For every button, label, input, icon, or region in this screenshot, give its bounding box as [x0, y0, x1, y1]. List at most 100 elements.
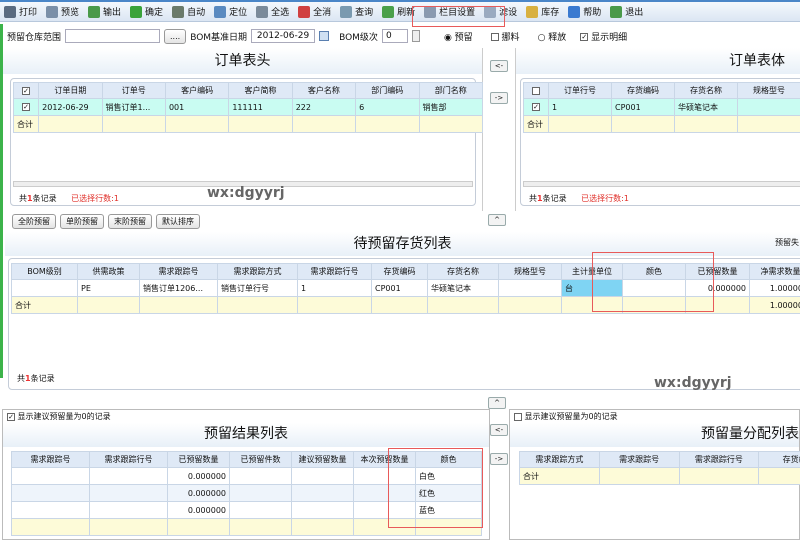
toolbar-select-all-button[interactable]: 全选 — [256, 5, 289, 18]
cell[interactable]: 111111 — [228, 98, 293, 116]
cell[interactable]: 001 — [164, 98, 230, 116]
col-header[interactable]: 需求跟踪方式 — [519, 451, 600, 468]
cell[interactable]: 华硕笔记本 — [427, 279, 499, 297]
cell[interactable] — [89, 501, 168, 519]
cell[interactable]: 2012-06-29 — [38, 98, 103, 116]
default-sort-button[interactable]: 默认排序 — [156, 214, 200, 229]
col-header[interactable]: BOM级别 — [11, 263, 78, 280]
col-header[interactable]: 客户简称 — [228, 82, 293, 99]
show-zero-checkbox[interactable]: 显示建议预留量为0的记录 — [510, 410, 799, 423]
cell[interactable] — [11, 467, 90, 485]
col-header[interactable]: 存货名称 — [674, 82, 738, 99]
move-right-button[interactable]: -> — [490, 92, 508, 104]
row-checkbox[interactable]: ✓ — [523, 98, 549, 116]
table-row[interactable]: ✓ 2012-06-29 销售订单1... 001 111111 222 6 销售部 — [12, 98, 483, 116]
cell[interactable] — [291, 501, 354, 519]
col-header[interactable]: 已预留件数 — [229, 451, 292, 468]
col-header[interactable]: 订单号 — [101, 82, 166, 99]
cell[interactable] — [498, 279, 562, 297]
toolbar-refresh-button[interactable]: 刷新 — [382, 5, 415, 18]
single-level-reserve-button[interactable]: 单阶预留 — [60, 214, 104, 229]
col-header[interactable]: 需求跟踪号 — [139, 263, 218, 280]
toolbar-locate-button[interactable]: 定位 — [214, 5, 247, 18]
toolbar-preview-button[interactable]: 预览 — [46, 5, 79, 18]
bom-date-input[interactable]: 2012-06-29 — [251, 29, 316, 43]
col-header[interactable]: 需求跟踪行号 — [297, 263, 372, 280]
browse-button[interactable]: .... — [164, 28, 187, 44]
col-header[interactable]: 规格型号 — [498, 263, 562, 280]
cell[interactable]: 1 — [297, 279, 372, 297]
col-header[interactable]: 订单行号 — [548, 82, 612, 99]
cell[interactable] — [11, 501, 90, 519]
col-header[interactable]: 已预留数量 — [167, 451, 230, 468]
col-header[interactable]: 部门编码 — [355, 82, 420, 99]
table-row[interactable]: ✓ 1 CP001 华硕笔记本 — [523, 98, 800, 116]
col-header[interactable]: 净需求数量 — [749, 263, 800, 280]
col-header[interactable]: 存货编码 — [758, 451, 800, 468]
move-left-button[interactable]: <- — [490, 60, 508, 72]
toolbar-exit-button[interactable]: 退出 — [610, 5, 643, 18]
cell[interactable] — [737, 98, 800, 116]
cell[interactable]: 销售订单1206... — [139, 279, 218, 297]
col-header[interactable]: 部门名称 — [418, 82, 483, 99]
check-move[interactable]: 挪料 — [490, 30, 520, 43]
col-header[interactable]: 需求跟踪方式 — [217, 263, 298, 280]
cell[interactable]: 华硕笔记本 — [674, 98, 738, 116]
col-header[interactable]: 需求跟踪行号 — [678, 451, 760, 468]
cell[interactable]: 1 — [548, 98, 612, 116]
collapse-up-button[interactable]: ^ — [488, 214, 506, 226]
cell[interactable]: 销售部 — [418, 98, 483, 116]
col-header[interactable]: 需求跟踪行号 — [89, 451, 168, 468]
cell[interactable] — [89, 467, 168, 485]
select-all-checkbox[interactable]: ✓ — [12, 82, 40, 99]
toolbar-inventory-button[interactable]: 库存 — [526, 5, 559, 18]
calendar-icon[interactable] — [319, 31, 330, 41]
cell[interactable] — [291, 484, 354, 502]
col-header[interactable]: 存货名称 — [427, 263, 499, 280]
horizontal-scrollbar[interactable] — [523, 181, 800, 187]
last-level-reserve-button[interactable]: 末阶预留 — [108, 214, 152, 229]
toolbar-auto-button[interactable]: 自动 — [172, 5, 205, 18]
col-header[interactable]: 订单日期 — [38, 82, 103, 99]
col-header[interactable]: 建议预留数量 — [291, 451, 354, 468]
bom-level-input[interactable]: 0 — [381, 29, 408, 43]
cell[interactable]: 6 — [355, 98, 420, 116]
cell[interactable]: PE — [77, 279, 140, 297]
radio-release[interactable]: ○ 释放 — [538, 30, 567, 43]
col-header[interactable]: 存货编码 — [611, 82, 675, 99]
cell[interactable]: CP001 — [371, 279, 428, 297]
toolbar-deselect-all-button[interactable]: 全消 — [298, 5, 331, 18]
cell[interactable] — [291, 467, 354, 485]
col-header[interactable]: 规格型号 — [737, 82, 800, 99]
col-header[interactable]: 客户名称 — [291, 82, 357, 99]
cell[interactable]: 222 — [291, 98, 357, 116]
cell[interactable]: 1.000000 — [749, 279, 800, 297]
cell[interactable]: 销售订单行号 — [217, 279, 298, 297]
spinner-icon[interactable] — [411, 30, 420, 42]
full-level-reserve-button[interactable]: 全阶预留 — [12, 214, 56, 229]
cell[interactable]: CP001 — [611, 98, 675, 116]
toolbar-printer-button[interactable]: 打印 — [4, 5, 37, 18]
cell[interactable] — [229, 484, 292, 502]
cell[interactable] — [229, 467, 292, 485]
radio-reserve[interactable]: ◉ 预留 — [444, 30, 473, 43]
col-header[interactable]: 存货编码 — [371, 263, 428, 280]
col-header[interactable]: 需求跟踪号 — [11, 451, 90, 468]
move-right-button[interactable]: -> — [490, 453, 508, 465]
cell[interactable]: 销售订单1... — [101, 98, 166, 116]
toolbar-export-button[interactable]: 输出 — [88, 5, 121, 18]
cell[interactable]: 0.000000 — [167, 501, 230, 519]
show-zero-checkbox[interactable]: ✓ 显示建议预留量为0的记录 — [3, 410, 489, 423]
cell[interactable] — [11, 484, 90, 502]
row-checkbox[interactable]: ✓ — [12, 98, 40, 116]
toolbar-check-button[interactable]: 确定 — [130, 5, 163, 18]
toolbar-query-button[interactable]: 查询 — [340, 5, 373, 18]
cell[interactable] — [11, 279, 78, 297]
check-detail[interactable]: ✓ 显示明细 — [580, 30, 627, 43]
select-all-checkbox[interactable] — [523, 82, 549, 99]
col-header[interactable]: 需求跟踪号 — [598, 451, 680, 468]
move-left-button[interactable]: <- — [490, 424, 508, 436]
cell[interactable] — [229, 501, 292, 519]
collapse-up-button[interactable]: ^ — [488, 397, 506, 409]
cell[interactable]: 0.000000 — [167, 467, 230, 485]
